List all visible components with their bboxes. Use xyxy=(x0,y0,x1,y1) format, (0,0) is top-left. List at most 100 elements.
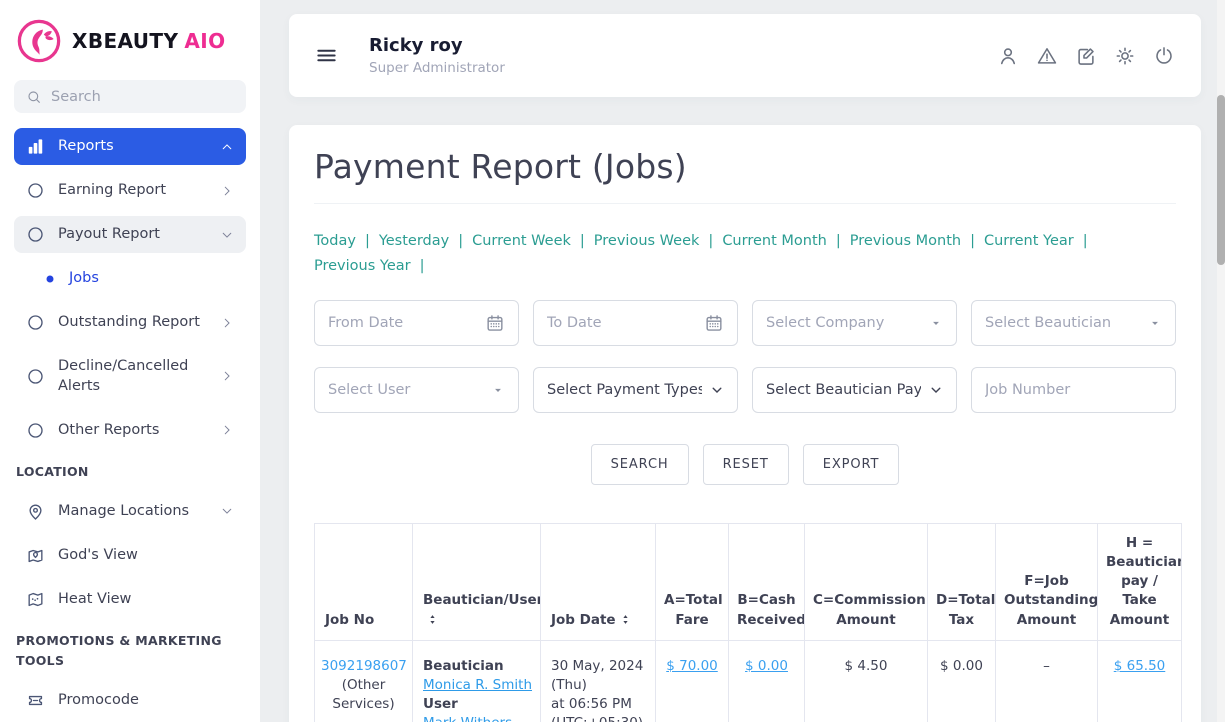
sidebar-item-promocode[interactable]: Promocode xyxy=(14,682,246,719)
sidebar-item-payout-report[interactable]: Payout Report xyxy=(14,216,246,253)
beautician-select[interactable]: Select Beautician xyxy=(971,300,1176,346)
to-date-field[interactable] xyxy=(533,300,738,346)
scrollbar-thumb[interactable] xyxy=(1217,95,1225,265)
quick-filter-previous-month[interactable]: Previous Month xyxy=(850,233,961,249)
sidebar-item-outstanding-report[interactable]: Outstanding Report xyxy=(14,304,246,341)
column-label: Job Date xyxy=(551,612,616,628)
bar-chart-icon xyxy=(26,137,45,156)
caret-down-icon xyxy=(491,383,505,397)
ticket-icon xyxy=(26,691,45,710)
sidebar-item-other-reports[interactable]: Other Reports xyxy=(14,412,246,449)
beautician-pay-select[interactable]: Select Beautician Payr xyxy=(752,367,957,413)
user-role: Super Administrator xyxy=(369,60,505,76)
cell-beautician-user: BeauticianMonica R. SmithUserMark Wither… xyxy=(413,640,541,722)
form-actions: SEARCH RESET EXPORT xyxy=(314,444,1176,485)
user-select[interactable]: Select User xyxy=(314,367,519,413)
job-type: (Other Services) xyxy=(321,676,406,714)
cell-job-date: 30 May, 2024 (Thu)at 06:56 PM (UTC:+05:3… xyxy=(541,640,656,722)
quick-filter-separator: | xyxy=(836,233,841,249)
column-c-commission-amount: C=Commission Amount xyxy=(805,524,928,641)
warning-icon[interactable] xyxy=(1036,45,1058,67)
sidebar-item-reports[interactable]: Reports xyxy=(14,128,246,165)
column-label: A=Total Fare xyxy=(664,592,723,627)
column-beautician-user[interactable]: Beautician/User xyxy=(413,524,541,641)
calendar-icon xyxy=(704,313,724,333)
quick-filter-previous-year[interactable]: Previous Year xyxy=(314,258,411,274)
quick-filter-current-month[interactable]: Current Month xyxy=(722,233,827,249)
job-date: 30 May, 2024 (Thu) xyxy=(551,657,649,695)
cell-commission-amount: $ 4.50 xyxy=(805,640,928,722)
title-divider xyxy=(314,203,1176,204)
table-row: 3092198607 (Other Services)BeauticianMoni… xyxy=(315,640,1182,722)
job-time: at 06:56 PM (UTC:+05:30) xyxy=(551,695,649,722)
cash-received-link[interactable]: $ 0.00 xyxy=(745,658,788,674)
circle-icon xyxy=(26,367,45,386)
quick-filter-separator: | xyxy=(458,233,463,249)
user-link[interactable]: Mark Withers xyxy=(423,714,534,722)
job-no-link[interactable]: 3092198607 xyxy=(321,658,407,674)
cell-job-no: 3092198607 (Other Services) xyxy=(315,640,413,722)
user-icon[interactable] xyxy=(997,45,1019,67)
sidebar-item-label: Outstanding Report xyxy=(58,312,207,332)
from-date-field[interactable] xyxy=(314,300,519,346)
job-number-input[interactable] xyxy=(985,382,1162,398)
column-label: D=Total Tax xyxy=(936,592,995,627)
chevron-down-icon xyxy=(220,228,234,242)
user-name: Ricky roy xyxy=(369,35,505,56)
brand-logo[interactable]: XBEAUTYAIO xyxy=(14,16,246,80)
map-marker-icon xyxy=(26,546,45,565)
sidebar-item-label: Manage Locations xyxy=(58,501,207,521)
column-label: H = Beautician pay / Take Amount xyxy=(1106,535,1182,628)
power-icon[interactable] xyxy=(1153,45,1175,67)
sidebar: XBEAUTYAIO Reports Earning Report Payout R… xyxy=(0,0,260,722)
to-date-input[interactable] xyxy=(547,315,696,331)
column-label: F=Job Outstanding Amount xyxy=(1004,573,1098,627)
quick-filter-separator: | xyxy=(420,258,425,274)
caret-down-icon xyxy=(929,316,943,330)
sidebar-item-earning-report[interactable]: Earning Report xyxy=(14,172,246,209)
sort-icon xyxy=(427,613,438,626)
sidebar-item-jobs[interactable]: Jobs xyxy=(14,260,246,297)
company-select[interactable]: Select Company xyxy=(752,300,957,346)
chevron-right-icon xyxy=(220,316,234,330)
reset-button[interactable]: RESET xyxy=(703,444,789,485)
report-note-icon[interactable] xyxy=(1075,45,1097,67)
table-body: 3092198607 (Other Services)BeauticianMoni… xyxy=(315,640,1182,722)
payment-types-select[interactable]: Select Payment Types xyxy=(533,367,738,413)
chevron-down-icon xyxy=(220,504,234,518)
search-icon xyxy=(26,89,42,105)
column-job-date[interactable]: Job Date xyxy=(541,524,656,641)
sidebar-item-heat-view[interactable]: Heat View xyxy=(14,581,246,618)
topbar-actions xyxy=(997,45,1175,67)
sidebar-item-label: Payout Report xyxy=(58,224,207,244)
sidebar-item-manage-locations[interactable]: Manage Locations xyxy=(14,493,246,530)
sidebar-search[interactable] xyxy=(14,80,246,113)
search-button[interactable]: SEARCH xyxy=(591,444,689,485)
page-title: Payment Report (Jobs) xyxy=(314,147,1176,186)
quick-filter-previous-week[interactable]: Previous Week xyxy=(594,233,700,249)
quick-filter-today[interactable]: Today xyxy=(314,233,356,249)
sidebar-item-decline-cancelled-alerts[interactable]: Decline/Cancelled Alerts xyxy=(14,348,246,405)
menu-icon[interactable] xyxy=(315,44,338,67)
column-label: Beautician/User xyxy=(423,592,541,608)
circle-icon xyxy=(26,421,45,440)
beautician-link[interactable]: Monica R. Smith xyxy=(423,676,534,695)
export-button[interactable]: EXPORT xyxy=(803,444,900,485)
sidebar-item-gods-view[interactable]: God's View xyxy=(14,537,246,574)
main-area: Ricky roy Super Administrator Payment Re… xyxy=(260,0,1225,722)
chevron-up-icon xyxy=(220,140,234,154)
total-fare-link[interactable]: $ 70.00 xyxy=(666,658,718,674)
total-tax: $ 0.00 xyxy=(940,658,983,674)
sidebar-item-label: Jobs xyxy=(69,268,234,288)
beautician-pay-link[interactable]: $ 65.50 xyxy=(1114,658,1166,674)
search-input[interactable] xyxy=(51,89,234,105)
chevron-right-icon xyxy=(220,184,234,198)
job-number-field[interactable] xyxy=(971,367,1176,413)
quick-filter-current-year[interactable]: Current Year xyxy=(984,233,1074,249)
cell-beautician-pay: $ 65.50 xyxy=(1098,640,1182,722)
gear-icon[interactable] xyxy=(1114,45,1136,67)
commission-amount: $ 4.50 xyxy=(845,658,888,674)
from-date-input[interactable] xyxy=(328,315,477,331)
quick-filter-yesterday[interactable]: Yesterday xyxy=(379,233,449,249)
quick-filter-current-week[interactable]: Current Week xyxy=(472,233,571,249)
